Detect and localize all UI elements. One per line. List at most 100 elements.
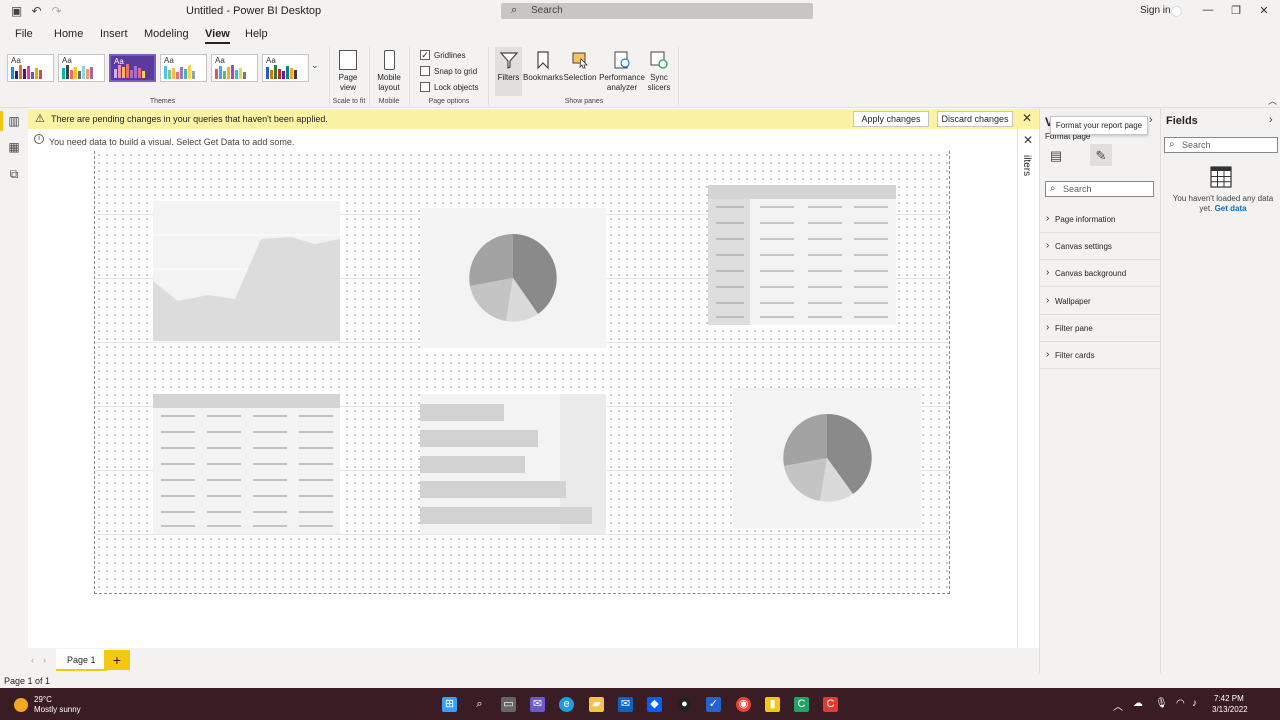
chevron-up-icon[interactable]: ︿	[1113, 698, 1123, 713]
dropbox-icon[interactable]: ◆	[647, 697, 662, 712]
fields-search-input[interactable]: ⌕ Search	[1164, 137, 1278, 153]
windows-taskbar: 29°C Mostly sunny ⊞ ⌕ ▭ ✉ e ▰ ✉ ◆ ● ✓ ◉ …	[0, 688, 1280, 720]
tab-view[interactable]: View	[205, 28, 230, 44]
avatar[interactable]	[1171, 6, 1182, 17]
build-visual-icon[interactable]: ▤	[1048, 148, 1064, 163]
file-explorer-icon[interactable]: ▰	[589, 697, 604, 712]
data-view-icon[interactable]: ▦	[7, 140, 21, 154]
apply-changes-button[interactable]: Apply changes	[853, 111, 929, 127]
title-search-box[interactable]: ⌕ Search	[501, 3, 813, 19]
section-page-information[interactable]: › Page information	[1040, 206, 1160, 233]
redo-icon[interactable]: ↷	[50, 5, 63, 18]
todo-check-icon[interactable]: ✓	[706, 697, 721, 712]
search-icon: ⌕	[1169, 139, 1175, 150]
chevron-right-icon[interactable]: ›	[43, 655, 46, 665]
add-page-button[interactable]: +	[104, 650, 130, 670]
ribbon-divider	[409, 47, 410, 105]
search-icon[interactable]: ⌕	[472, 697, 487, 712]
collapse-ribbon-chevron-icon[interactable]: ︿	[1268, 94, 1277, 107]
camtasia-recorder-icon[interactable]: C	[823, 697, 838, 712]
start-icon[interactable]: ⊞	[442, 697, 457, 712]
get-data-link[interactable]: Get data	[1215, 204, 1247, 213]
github-icon[interactable]: ●	[677, 697, 692, 712]
volume-icon[interactable]: ♪	[1192, 698, 1197, 709]
section-filter-pane[interactable]: › Filter pane	[1040, 315, 1160, 342]
microphone-icon[interactable]: 🎙	[1155, 698, 1168, 709]
section-filter-cards[interactable]: › Filter cards	[1040, 342, 1160, 369]
edge-browser-icon[interactable]: e	[559, 697, 574, 712]
search-icon: ⌕	[511, 4, 518, 16]
theme-swatch[interactable]: Aa	[58, 54, 105, 82]
filter-funnel-icon	[499, 52, 518, 69]
theme-swatch-selected[interactable]: Aa	[109, 54, 156, 82]
chevron-right-icon: ›	[1046, 295, 1050, 306]
chevron-left-icon[interactable]: ‹	[31, 655, 34, 665]
camtasia-icon[interactable]: C	[794, 697, 809, 712]
power-bi-icon[interactable]: ▮	[765, 697, 780, 712]
section-canvas-background[interactable]: › Canvas background	[1040, 260, 1160, 287]
window-title: Untitled - Power BI Desktop	[186, 5, 322, 17]
bookmarks-pane-button[interactable]: Bookmarks	[522, 47, 564, 83]
selection-pane-label: Selection	[563, 73, 597, 82]
chevron-right-icon: ›	[1046, 349, 1050, 360]
mail-icon[interactable]: ✉	[618, 697, 633, 712]
task-view-icon[interactable]: ▭	[501, 697, 516, 712]
ribbon: Aa Aa Aa Aa Aa Aa ⌄ Themes Page view Sca…	[0, 45, 1280, 108]
chevron-right-icon: ›	[1046, 240, 1050, 251]
mobile-layout-button[interactable]: Mobile layout	[374, 47, 404, 93]
format-paintbrush-icon[interactable]: ✎	[1093, 148, 1109, 163]
clock-date[interactable]: 3/13/2022	[1212, 705, 1248, 714]
close-icon[interactable]: ✕	[1022, 111, 1032, 125]
discard-changes-button[interactable]: Discard changes	[937, 111, 1013, 127]
theme-swatch[interactable]: Aa	[262, 54, 309, 82]
section-canvas-settings[interactable]: › Canvas settings	[1040, 233, 1160, 260]
wifi-icon[interactable]: ◠	[1176, 698, 1185, 709]
chevron-right-icon[interactable]: ›	[1269, 114, 1273, 126]
mobile-layout-label: Mobile layout	[377, 73, 401, 92]
section-wallpaper[interactable]: › Wallpaper	[1040, 288, 1160, 315]
performance-analyzer-button[interactable]: Performance analyzer	[599, 47, 645, 93]
undo-icon[interactable]: ↶	[30, 5, 43, 18]
clock-time[interactable]: 7:42 PM	[1214, 694, 1244, 703]
tab-modeling[interactable]: Modeling	[144, 28, 189, 40]
selection-pane-button[interactable]: Selection	[563, 47, 597, 83]
theme-swatch[interactable]: Aa	[211, 54, 258, 82]
filters-pane-collapsed[interactable]: ✕ ilters	[1017, 129, 1039, 648]
page-view-button[interactable]: Page view	[334, 47, 362, 93]
report-view-icon[interactable]: ▥	[0, 111, 21, 131]
teams-chat-icon[interactable]: ✉	[530, 697, 545, 712]
close-window-button[interactable]: ✕	[1257, 4, 1271, 17]
filters-pane-label: Filters	[497, 73, 520, 82]
report-page-canvas[interactable]	[94, 151, 950, 594]
cloud-icon[interactable]: ☁	[1133, 698, 1143, 709]
snap-to-grid-checkbox[interactable]: Snap to grid	[420, 66, 477, 76]
chrome-browser-icon[interactable]: ◉	[736, 697, 751, 712]
close-icon[interactable]: ✕	[1023, 133, 1033, 147]
tab-insert[interactable]: Insert	[100, 28, 128, 40]
weather-sun-icon[interactable]	[14, 698, 28, 712]
save-icon[interactable]: ▣	[10, 5, 23, 18]
sync-slicers-icon	[650, 51, 668, 69]
filters-pane-button[interactable]: Filters	[495, 47, 522, 96]
gridlines-checkbox[interactable]: ✓ Gridlines	[420, 50, 466, 60]
tooltip: Format your report page	[1050, 116, 1148, 135]
page-tab[interactable]: Page 1	[56, 649, 107, 671]
lock-objects-checkbox[interactable]: Lock objects	[420, 82, 478, 92]
themes-more-chevron-icon[interactable]: ⌄	[311, 60, 319, 71]
ribbon-divider	[329, 47, 330, 105]
tab-help[interactable]: Help	[245, 28, 268, 40]
tab-home[interactable]: Home	[54, 28, 83, 40]
chevron-right-icon[interactable]: ›	[1149, 114, 1153, 126]
theme-swatch[interactable]: Aa	[7, 54, 54, 82]
tab-file[interactable]: File	[15, 28, 33, 40]
restore-button[interactable]: ❐	[1229, 4, 1243, 17]
theme-swatch[interactable]: Aa	[160, 54, 207, 82]
sync-slicers-button[interactable]: Sync slicers	[645, 47, 673, 93]
model-view-icon[interactable]: ⧉	[7, 167, 21, 181]
ribbon-divider	[678, 47, 679, 105]
info-banner: i You need data to build a visual. Selec…	[28, 131, 1017, 151]
sign-in-link[interactable]: Sign in	[1140, 5, 1171, 16]
group-label-mobile: Mobile	[378, 98, 400, 105]
format-search-input[interactable]: ⌕ Search	[1045, 181, 1154, 197]
minimize-button[interactable]: —	[1201, 4, 1215, 16]
